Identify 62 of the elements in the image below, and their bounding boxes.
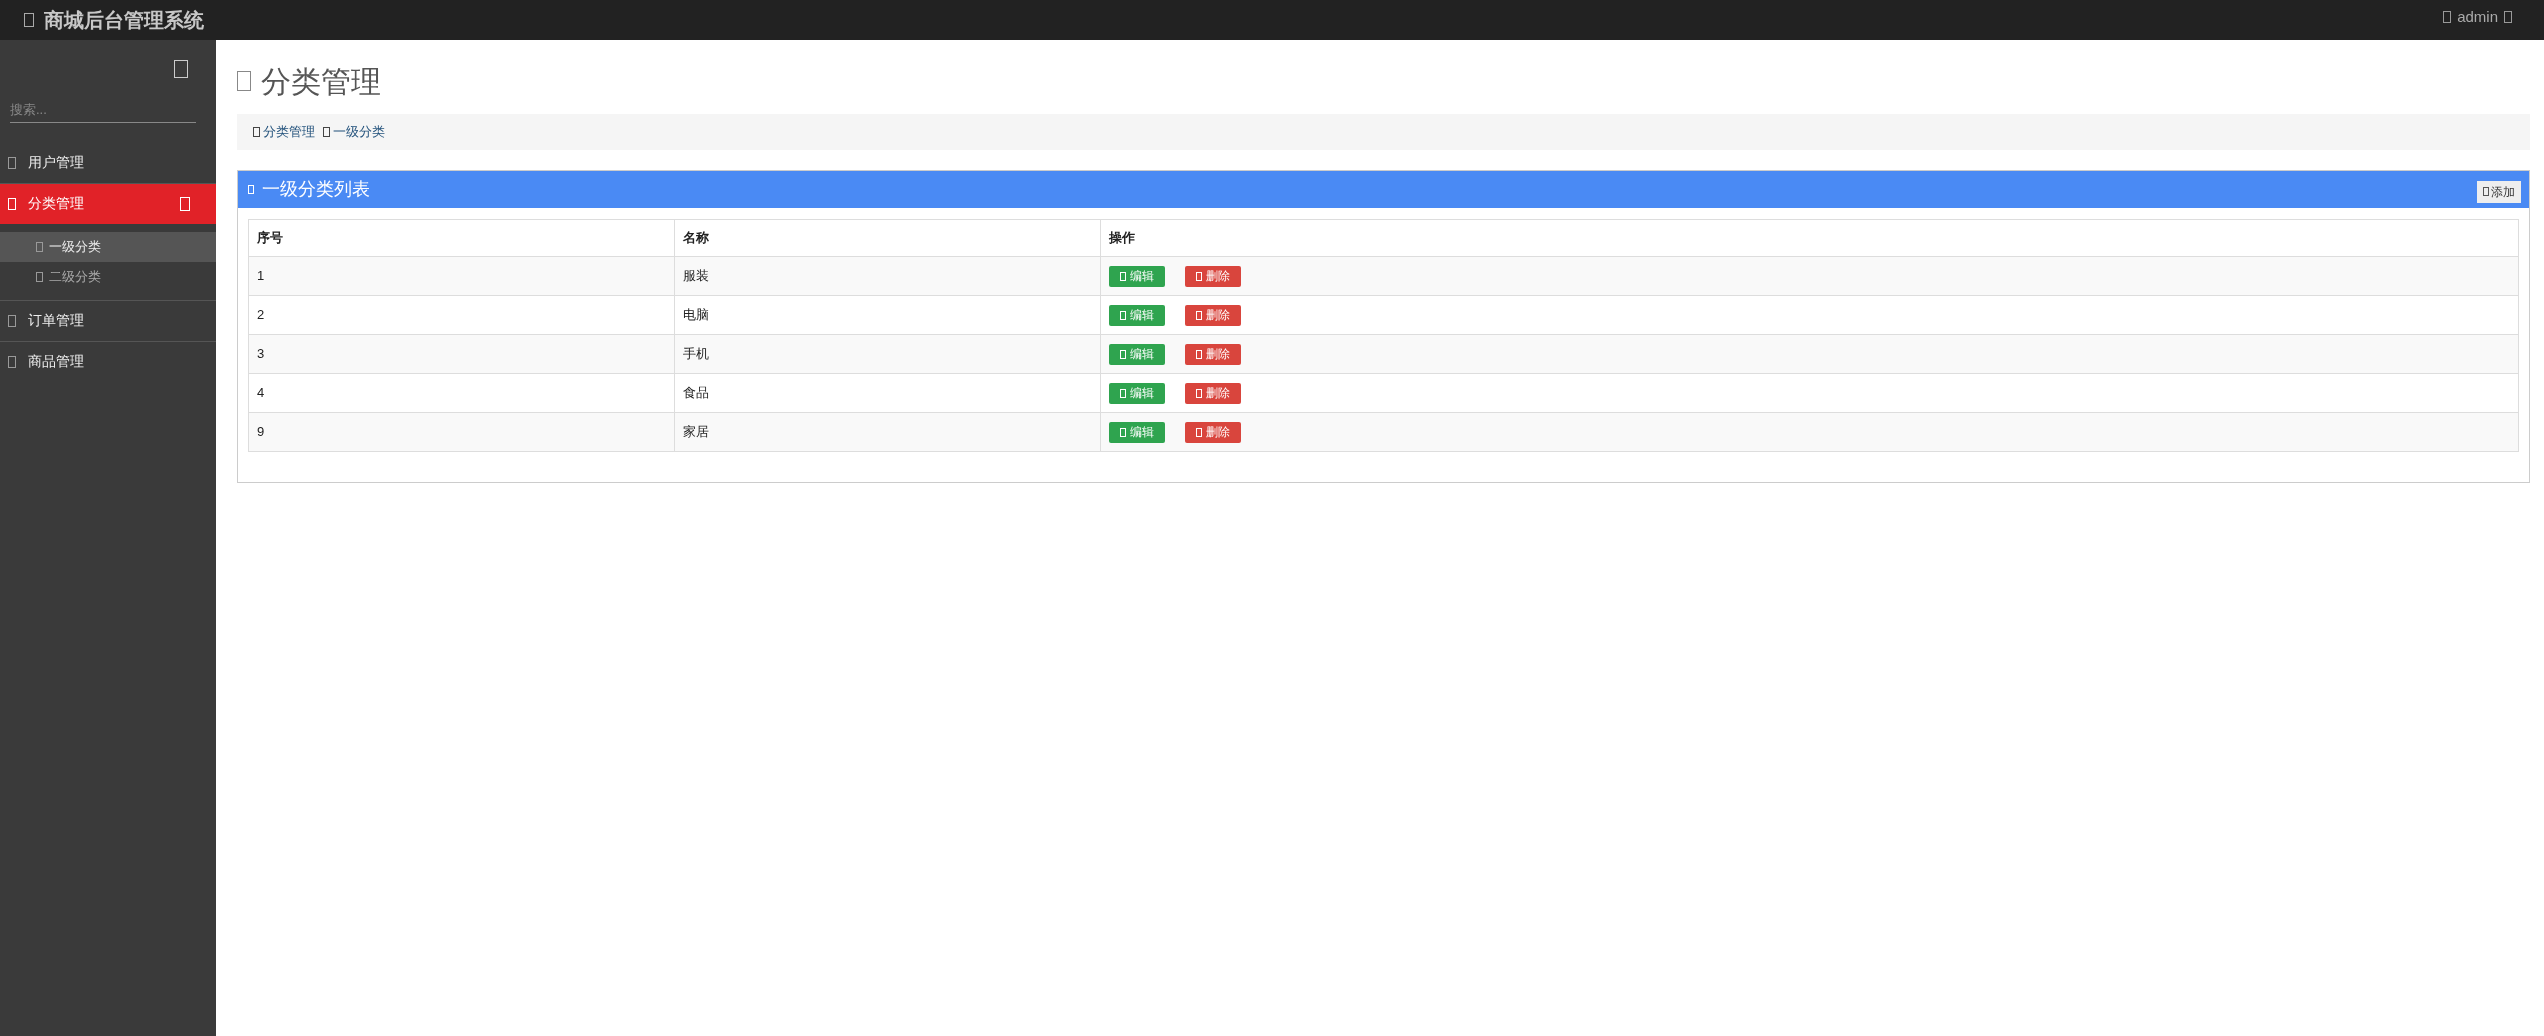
missing-glyph-icon [323, 127, 330, 137]
missing-glyph-icon [8, 156, 16, 169]
missing-glyph-icon [2443, 11, 2452, 24]
column-header: 操作 [1100, 219, 2519, 257]
edit-button[interactable]: 编辑 [1109, 421, 1165, 443]
missing-glyph-icon [1196, 271, 1202, 281]
sidebar-subitem[interactable]: 二级分类 [0, 261, 216, 292]
missing-glyph-icon [1120, 349, 1126, 359]
edit-button[interactable]: 编辑 [1109, 265, 1165, 287]
table-cell: 电脑 [674, 295, 1101, 335]
missing-glyph-icon [2504, 11, 2512, 24]
user-menu[interactable]: admin [2443, 6, 2512, 29]
menu-toggle-icon [174, 60, 188, 78]
app-title: 商城后台管理系统 [44, 8, 204, 33]
missing-glyph-icon [36, 241, 43, 252]
missing-glyph-icon [2483, 187, 2489, 196]
missing-glyph-icon [253, 127, 260, 137]
delete-button[interactable]: 删除 [1185, 304, 1241, 326]
missing-glyph-icon [8, 197, 16, 210]
missing-glyph-icon [1120, 388, 1126, 398]
table-cell: 食品 [674, 373, 1101, 413]
table-cell: 家居 [674, 412, 1101, 452]
search-field[interactable]: 搜索... [10, 100, 196, 123]
missing-glyph-icon [1196, 310, 1202, 320]
missing-glyph-icon [8, 355, 16, 368]
add-button[interactable]: 添加 [2477, 180, 2521, 203]
missing-glyph-icon [1196, 388, 1202, 398]
missing-glyph-icon [1120, 427, 1126, 437]
delete-button[interactable]: 删除 [1185, 265, 1241, 287]
delete-button[interactable]: 删除 [1185, 343, 1241, 365]
table-cell: 手机 [674, 334, 1101, 374]
page-title: 分类管理 [261, 63, 381, 100]
missing-glyph-icon [1120, 310, 1126, 320]
missing-glyph-icon [1196, 349, 1202, 359]
delete-button[interactable]: 删除 [1185, 382, 1241, 404]
edit-button[interactable]: 编辑 [1109, 304, 1165, 326]
sidebar-item[interactable]: 分类管理 [0, 183, 216, 224]
missing-glyph-icon [1120, 271, 1126, 281]
missing-glyph-icon [237, 71, 251, 91]
table-cell: 3 [248, 334, 675, 374]
column-header: 序号 [248, 219, 675, 257]
delete-button[interactable]: 删除 [1185, 421, 1241, 443]
table-cell: 2 [248, 295, 675, 335]
missing-glyph-icon [1196, 427, 1202, 437]
panel-title: 一级分类列表 [262, 178, 370, 201]
sidebar-subitem[interactable]: 一级分类 [0, 231, 216, 262]
table-cell: 9 [248, 412, 675, 452]
edit-button[interactable]: 编辑 [1109, 382, 1165, 404]
table-cell: 4 [248, 373, 675, 413]
sidebar-item[interactable]: 订单管理 [0, 300, 216, 341]
missing-glyph-icon [248, 185, 254, 194]
missing-glyph-icon [24, 13, 34, 27]
edit-button[interactable]: 编辑 [1109, 343, 1165, 365]
sidebar-item[interactable]: 商品管理 [0, 341, 216, 382]
breadcrumb-link[interactable]: 分类管理 [253, 122, 315, 142]
table-cell: 服装 [674, 256, 1101, 296]
missing-glyph-icon [8, 314, 16, 327]
missing-glyph-icon [36, 271, 43, 282]
breadcrumb-link[interactable]: 一级分类 [323, 122, 385, 142]
table-cell: 1 [248, 256, 675, 296]
sidebar-item[interactable]: 用户管理 [0, 142, 216, 183]
column-header: 名称 [674, 219, 1101, 257]
